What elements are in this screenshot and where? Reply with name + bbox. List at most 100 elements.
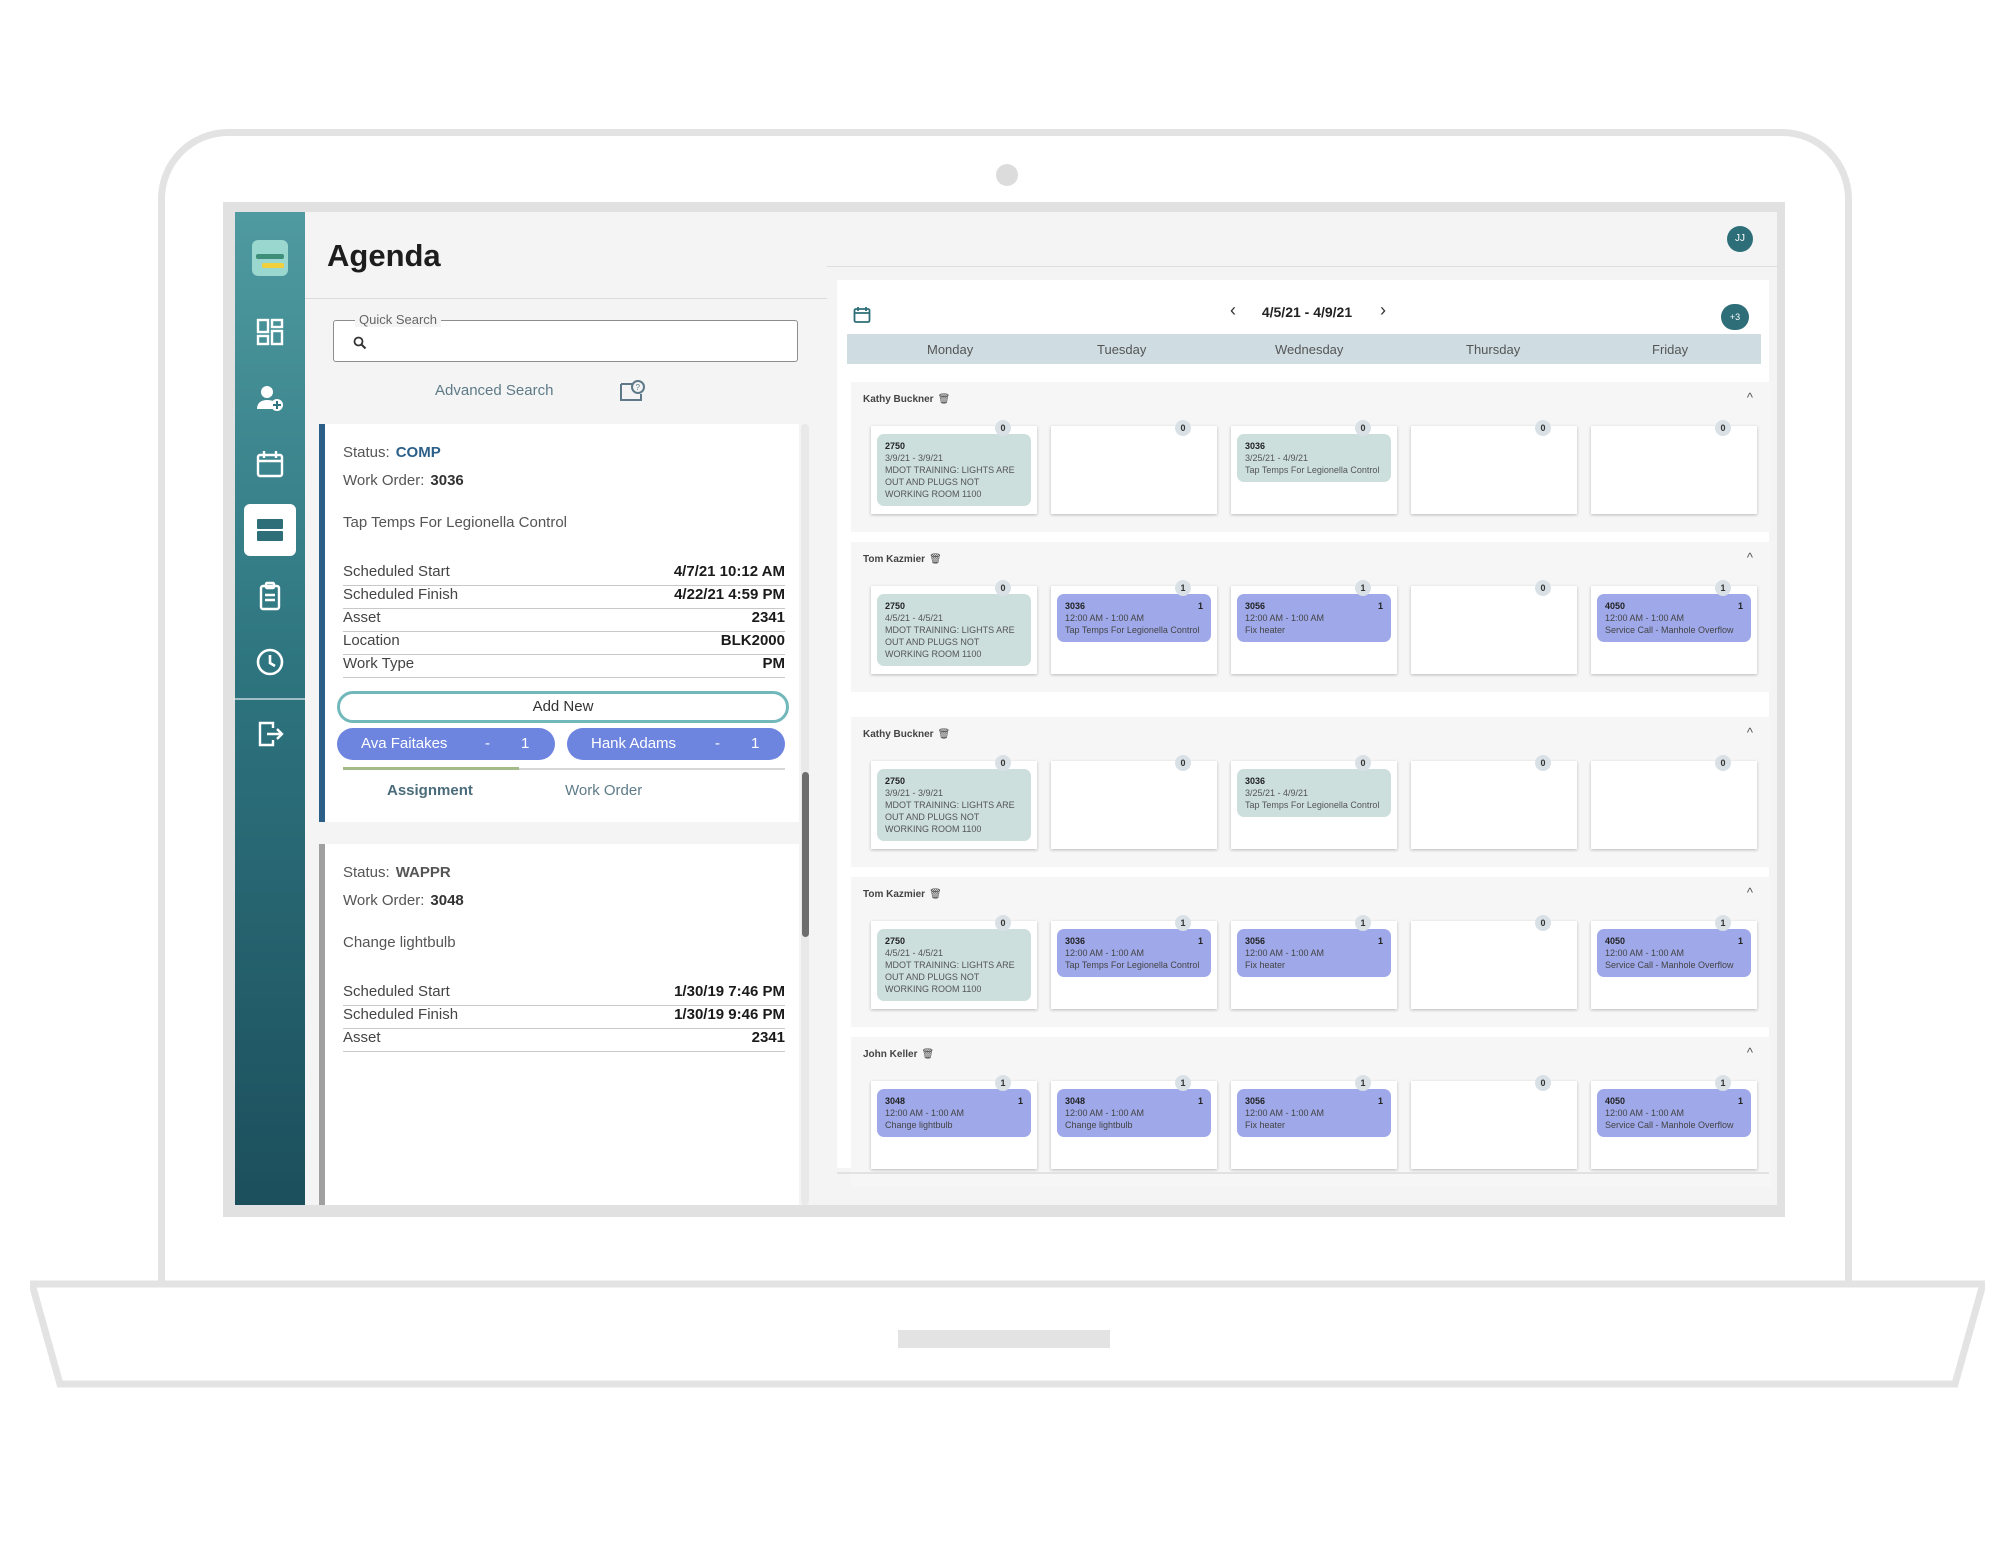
schedule-cell[interactable]: 2750 4/5/21 - 4/5/21 MDOT TRAINING: LIGHTS… bbox=[871, 586, 1037, 674]
schedule-cell[interactable]: 3036 12:00 AM - 1:00 AM Tap Temps For Legi… bbox=[1051, 921, 1217, 1009]
collapse-chevron-icon[interactable]: ^ bbox=[1747, 725, 1753, 740]
schedule-cell[interactable] bbox=[1411, 761, 1577, 849]
trackpad-notch bbox=[898, 1330, 1110, 1348]
schedule-cell[interactable]: 3056 12:00 AM - 1:00 AM Fix heater 1 bbox=[1231, 586, 1397, 674]
event-card[interactable]: 2750 3/9/21 - 3/9/21 MDOT TRAINING: LIGHTS… bbox=[877, 769, 1031, 841]
nav-logout[interactable] bbox=[244, 708, 296, 760]
event-id: 4050 bbox=[1605, 601, 1626, 611]
page-title: Agenda bbox=[327, 238, 441, 273]
cell-count-badge: 0 bbox=[1535, 420, 1551, 436]
event-card[interactable]: 2750 3/9/21 - 3/9/21 MDOT TRAINING: LIGHTS… bbox=[877, 434, 1031, 506]
trash-icon[interactable]: 🗑 bbox=[929, 554, 942, 565]
schedule-cell[interactable] bbox=[1051, 761, 1217, 849]
quick-search-input[interactable] bbox=[375, 326, 785, 356]
calendar-icon[interactable] bbox=[853, 306, 871, 324]
assignee-decrement[interactable]: - bbox=[715, 735, 720, 752]
event-id: 4050 bbox=[1605, 1096, 1626, 1106]
schedule-cell[interactable]: 4050 12:00 AM - 1:00 AM Service Call - Man… bbox=[1591, 586, 1757, 674]
event-id: 2750 bbox=[885, 776, 906, 786]
schedule-cell[interactable] bbox=[1591, 761, 1757, 849]
event-time: 12:00 AM - 1:00 AM bbox=[1605, 613, 1685, 623]
schedule-cell[interactable] bbox=[1411, 921, 1577, 1009]
schedule-cell[interactable]: 2750 4/5/21 - 4/5/21 MDOT TRAINING: LIGHTS… bbox=[871, 921, 1037, 1009]
overflow-resources-badge[interactable]: +3 bbox=[1721, 304, 1749, 330]
add-user-icon bbox=[257, 386, 283, 411]
event-card[interactable]: 4050 12:00 AM - 1:00 AM Service Call - Man… bbox=[1597, 594, 1751, 642]
tab-assignment[interactable]: Assignment bbox=[387, 782, 473, 799]
advanced-search-link[interactable]: Advanced Search bbox=[435, 382, 553, 399]
schedule-cell[interactable]: 2750 3/9/21 - 3/9/21 MDOT TRAINING: LIGHTS… bbox=[871, 426, 1037, 514]
trash-icon[interactable]: 🗑 bbox=[938, 394, 951, 405]
event-card[interactable]: 3036 12:00 AM - 1:00 AM Tap Temps For Legi… bbox=[1057, 929, 1211, 977]
work-order-card[interactable]: Status: COMP Work Order: 3036 Tap Temps Fo… bbox=[319, 424, 799, 822]
nav-users[interactable] bbox=[244, 372, 296, 424]
schedule-cell[interactable]: 3056 12:00 AM - 1:00 AM Fix heater 1 bbox=[1231, 921, 1397, 1009]
schedule-cell[interactable] bbox=[1591, 426, 1757, 514]
schedule-cell[interactable]: 4050 12:00 AM - 1:00 AM Service Call - Man… bbox=[1591, 1081, 1757, 1169]
event-card[interactable]: 3048 12:00 AM - 1:00 AM Change lightbulb 1 bbox=[877, 1089, 1031, 1137]
nav-calendar[interactable] bbox=[244, 438, 296, 490]
cell-count-badge: 0 bbox=[995, 915, 1011, 931]
event-card[interactable]: 3056 12:00 AM - 1:00 AM Fix heater 1 bbox=[1237, 1089, 1391, 1137]
nav-agenda[interactable] bbox=[244, 504, 296, 556]
event-card[interactable]: 4050 12:00 AM - 1:00 AM Service Call - Man… bbox=[1597, 1089, 1751, 1137]
collapse-chevron-icon[interactable]: ^ bbox=[1747, 390, 1753, 405]
schedule-cell[interactable]: 3048 12:00 AM - 1:00 AM Change lightbulb 1 bbox=[871, 1081, 1037, 1169]
resource-name: Kathy Buckner 🗑 bbox=[863, 729, 950, 740]
nav-dashboard[interactable] bbox=[244, 306, 296, 358]
work-order-card[interactable]: Status: WAPPR Work Order: 3048 Change ligh… bbox=[319, 844, 799, 1205]
tab-work-order[interactable]: Work Order bbox=[565, 782, 642, 799]
schedule-cell[interactable]: 3056 12:00 AM - 1:00 AM Fix heater 1 bbox=[1231, 1081, 1397, 1169]
next-week-button[interactable]: › bbox=[1380, 300, 1386, 321]
list-scrollbar-thumb[interactable] bbox=[802, 772, 809, 937]
cell-count-badge: 0 bbox=[1535, 580, 1551, 596]
assignee-decrement[interactable]: - bbox=[485, 735, 490, 752]
trash-icon[interactable]: 🗑 bbox=[929, 889, 942, 900]
event-card[interactable]: 3036 3/25/21 - 4/9/21 Tap Temps For Legion… bbox=[1237, 434, 1391, 482]
schedule-cell[interactable]: 4050 12:00 AM - 1:00 AM Service Call - Man… bbox=[1591, 921, 1757, 1009]
schedule-cell[interactable] bbox=[1411, 586, 1577, 674]
event-id: 3048 bbox=[1065, 1096, 1086, 1106]
schedule-cell[interactable] bbox=[1051, 426, 1217, 514]
event-card[interactable]: 3036 3/25/21 - 4/9/21 Tap Temps For Legion… bbox=[1237, 769, 1391, 817]
schedule-cell[interactable] bbox=[1411, 1081, 1577, 1169]
assignee-chip[interactable]: Ava Faitakes - 1 bbox=[337, 728, 555, 760]
resource-name-text: John Keller bbox=[863, 1049, 918, 1060]
event-card[interactable]: 3056 12:00 AM - 1:00 AM Fix heater 1 bbox=[1237, 594, 1391, 642]
event-card[interactable]: 3036 12:00 AM - 1:00 AM Tap Temps For Legi… bbox=[1057, 594, 1211, 642]
event-time: 12:00 AM - 1:00 AM bbox=[1605, 1108, 1685, 1118]
schedule-cell[interactable] bbox=[1411, 426, 1577, 514]
event-card[interactable]: 2750 4/5/21 - 4/5/21 MDOT TRAINING: LIGHTS… bbox=[877, 929, 1031, 1001]
add-new-button[interactable]: Add New bbox=[337, 691, 789, 723]
event-description: Tap Temps For Legionella Control bbox=[1065, 960, 1200, 970]
day-header: Tuesday bbox=[1097, 342, 1147, 357]
collapse-chevron-icon[interactable]: ^ bbox=[1747, 1045, 1753, 1060]
event-id: 3056 bbox=[1245, 601, 1266, 611]
cell-count-badge: 0 bbox=[1535, 915, 1551, 931]
collapse-chevron-icon[interactable]: ^ bbox=[1747, 885, 1753, 900]
event-card[interactable]: 3048 12:00 AM - 1:00 AM Change lightbulb 1 bbox=[1057, 1089, 1211, 1137]
work-order-panel: Agenda Quick Search Advanced Search ? St… bbox=[305, 212, 827, 1205]
search-icon bbox=[353, 336, 367, 350]
collapse-chevron-icon[interactable]: ^ bbox=[1747, 550, 1753, 565]
trash-icon[interactable]: 🗑 bbox=[938, 729, 951, 740]
assignee-chip[interactable]: Hank Adams - 1 bbox=[567, 728, 785, 760]
nav-history[interactable] bbox=[244, 636, 296, 688]
nav-work-orders[interactable] bbox=[244, 570, 296, 622]
event-card[interactable]: 2750 4/5/21 - 4/5/21 MDOT TRAINING: LIGHTS… bbox=[877, 594, 1031, 666]
schedule-cell[interactable]: 2750 3/9/21 - 3/9/21 MDOT TRAINING: LIGHTS… bbox=[871, 761, 1037, 849]
laptop-camera bbox=[996, 164, 1018, 186]
field-value: 4/7/21 10:12 AM bbox=[673, 563, 785, 580]
trash-icon[interactable]: 🗑 bbox=[921, 1049, 934, 1060]
event-card[interactable]: 4050 12:00 AM - 1:00 AM Service Call - Man… bbox=[1597, 929, 1751, 977]
advanced-search-icon[interactable]: ? bbox=[619, 378, 647, 404]
header-divider bbox=[827, 266, 1777, 267]
cell-count-badge: 0 bbox=[1175, 420, 1191, 436]
schedule-cell[interactable]: 3036 3/25/21 - 4/9/21 Tap Temps For Legion… bbox=[1231, 761, 1397, 849]
user-avatar[interactable]: JJ bbox=[1727, 226, 1753, 252]
schedule-cell[interactable]: 3048 12:00 AM - 1:00 AM Change lightbulb 1 bbox=[1051, 1081, 1217, 1169]
active-tab-indicator bbox=[343, 767, 519, 770]
schedule-cell[interactable]: 3036 12:00 AM - 1:00 AM Tap Temps For Legi… bbox=[1051, 586, 1217, 674]
schedule-cell[interactable]: 3036 3/25/21 - 4/9/21 Tap Temps For Legion… bbox=[1231, 426, 1397, 514]
event-card[interactable]: 3056 12:00 AM - 1:00 AM Fix heater 1 bbox=[1237, 929, 1391, 977]
